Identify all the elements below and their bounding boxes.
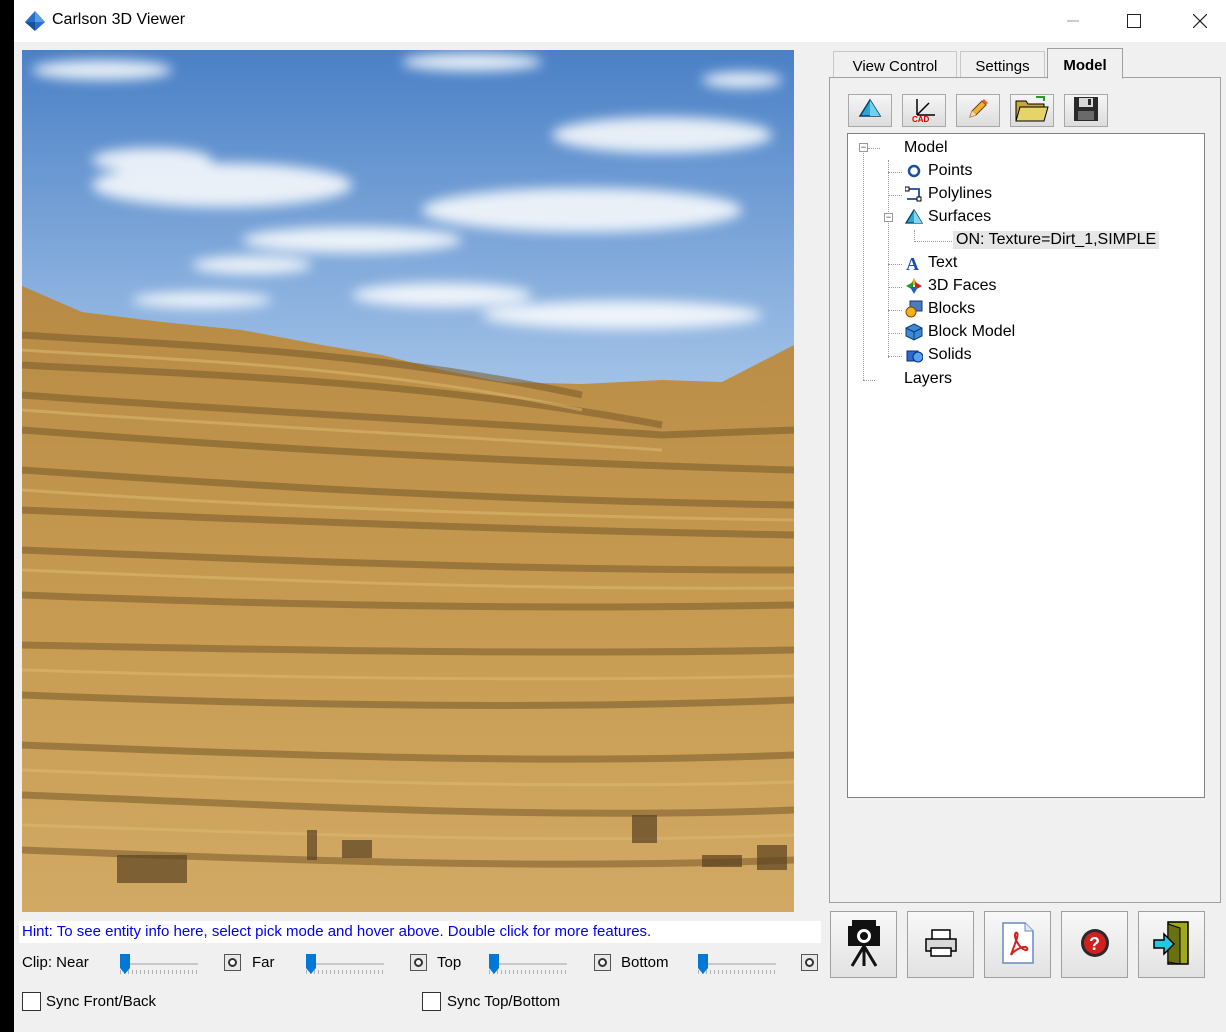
sync-top-bottom-label: Sync Top/Bottom [447,993,561,1010]
tree-node-polylines[interactable]: Polylines [904,183,992,205]
terrain-render [22,50,794,912]
pdf-export-button[interactable] [984,911,1051,978]
tab-settings[interactable]: Settings [960,51,1045,78]
svg-text:?: ? [1089,934,1100,954]
tree-node-surfaces[interactable]: Surfaces [904,206,991,228]
pdf-icon [1001,921,1035,969]
carlson-logo-icon [24,10,46,32]
blocks-icon [904,299,924,319]
clip-bottom-toggle[interactable] [801,954,818,971]
clip-far-toggle[interactable] [410,954,427,971]
clip-top-toggle[interactable] [594,954,611,971]
tree-node-points[interactable]: Points [904,160,972,182]
clip-far-label: Far [252,954,275,971]
surface-icon [858,98,882,124]
tab-model[interactable]: Model [1047,48,1123,79]
clip-near-label: Clip: Near [22,954,89,971]
tree-node-blocks[interactable]: Blocks [904,298,975,320]
save-toolbar-button[interactable] [1064,94,1108,127]
save-disk-icon [1072,95,1100,127]
help-icon: ? [1079,927,1111,963]
tree-node-block-model[interactable]: Block Model [904,321,1015,343]
text-icon: A [904,253,924,273]
tree-node-text[interactable]: A Text [904,252,957,274]
title-bar: Carlson 3D Viewer [14,0,1226,42]
open-folder-icon [1014,95,1050,127]
clip-far-slider[interactable] [304,953,386,975]
desktop-edge [0,0,14,1032]
clip-top-slider[interactable] [487,953,569,975]
tab-view-control[interactable]: View Control [833,51,957,78]
cad-axis-icon: CAD [909,95,939,127]
exit-door-icon [1152,920,1192,970]
sync-front-back-label: Sync Front/Back [46,993,157,1010]
tree-node-surface-texture[interactable]: ON: Texture=Dirt_1,SIMPLE [953,229,1160,251]
camera-tripod-icon [844,918,884,972]
clip-controls: Clip: Near Far Top Bottom [22,951,822,975]
print-button[interactable] [907,911,974,978]
collapse-surfaces-icon[interactable]: − [884,213,893,222]
minimize-button[interactable] [1050,0,1096,42]
printer-icon [923,928,959,962]
clip-bottom-label: Bottom [621,954,669,971]
clip-bottom-slider[interactable] [696,953,778,975]
3d-viewport[interactable] [22,50,794,912]
points-icon [904,161,924,181]
tree-node-3d-faces[interactable]: 3D Faces [904,275,996,297]
polylines-icon [904,184,924,204]
sync-front-back-checkbox[interactable] [22,992,41,1011]
sync-top-bottom-checkbox[interactable] [422,992,441,1011]
close-button[interactable] [1177,0,1223,42]
window-title: Carlson 3D Viewer [52,11,186,28]
pencil-icon [966,97,990,125]
clip-near-toggle[interactable] [224,954,241,971]
maximize-button[interactable] [1111,0,1157,42]
svg-text:A: A [906,254,919,272]
3d-faces-icon [904,276,924,296]
cad-toolbar-button[interactable]: CAD [902,94,946,127]
clip-near-slider[interactable] [118,953,200,975]
svg-text:CAD: CAD [912,115,930,123]
help-button[interactable]: ? [1061,911,1128,978]
open-toolbar-button[interactable] [1010,94,1054,127]
tree-node-solids[interactable]: Solids [904,344,972,366]
solids-icon [904,345,924,365]
collapse-model-icon[interactable]: − [859,143,868,152]
edit-toolbar-button[interactable] [956,94,1000,127]
surfaces-icon [904,207,924,227]
hint-text: Hint: To see entity info here, select pi… [19,921,821,943]
clip-top-label: Top [437,954,462,971]
tree-node-model[interactable]: Model [904,137,948,159]
block-model-icon [904,322,924,342]
model-tree[interactable]: − Model Points Polylines − Surfaces ON: … [847,133,1205,798]
tree-node-layers[interactable]: Layers [904,368,952,390]
exit-button[interactable] [1138,911,1205,978]
surface-toolbar-button[interactable] [848,94,892,127]
snapshot-button[interactable] [830,911,897,978]
